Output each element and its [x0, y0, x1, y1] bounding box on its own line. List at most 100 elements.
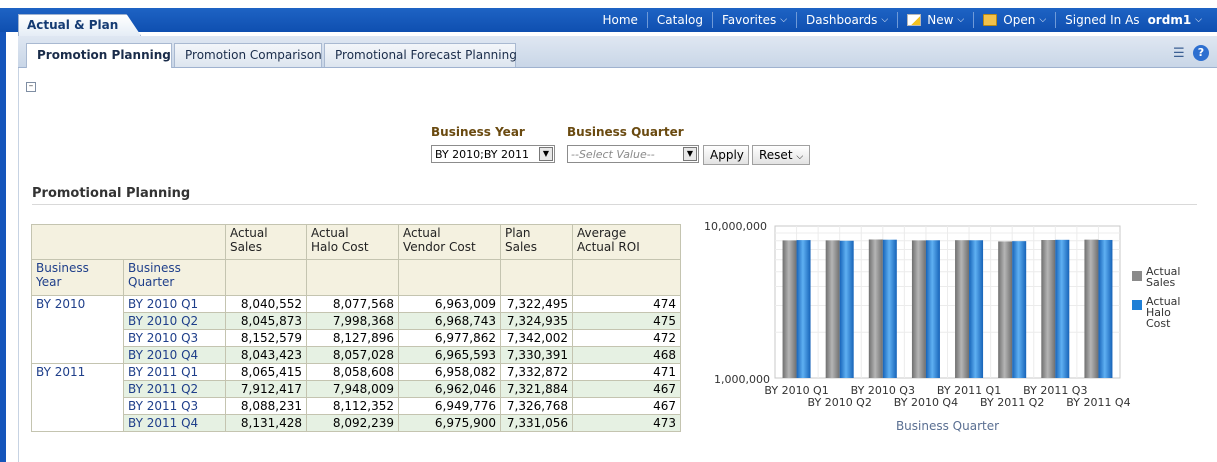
- nav-home-link[interactable]: Home: [593, 12, 646, 28]
- value-cell: 475: [572, 312, 681, 330]
- col-header-plan-sales: Plan Sales: [500, 224, 573, 260]
- legend-swatch: [1132, 271, 1142, 281]
- year-cell[interactable]: BY 2010: [31, 295, 124, 364]
- chevron-down-icon: ⌵: [881, 15, 889, 25]
- bar-chart: 10,000,0001,000,000BY 2010 Q1BY 2010 Q2B…: [704, 220, 1180, 433]
- tab-promotional-forecast-planning[interactable]: Promotional Forecast Planning: [324, 43, 517, 67]
- quarter-cell[interactable]: BY 2010 Q2: [123, 312, 226, 330]
- signed-in-user: ordm1: [1147, 13, 1192, 27]
- left-accent-rail: [0, 8, 6, 462]
- business-year-select[interactable]: BY 2010;BY 2011 ▼: [431, 145, 555, 163]
- quarter-cell[interactable]: BY 2011 Q3: [123, 397, 226, 415]
- legend-label: Sales: [1146, 276, 1176, 289]
- section-title: Promotional Planning: [32, 186, 191, 201]
- bar: [868, 239, 883, 378]
- bar: [882, 239, 897, 378]
- value-cell: 7,342,002: [500, 329, 573, 347]
- new-label: New: [927, 13, 954, 27]
- bar: [925, 240, 940, 378]
- value-cell: 467: [572, 397, 681, 415]
- value-cell: 468: [572, 346, 681, 364]
- value-cell: 8,045,873: [225, 312, 307, 330]
- quarter-cell[interactable]: BY 2011 Q4: [123, 414, 226, 432]
- value-cell: 467: [572, 380, 681, 398]
- bar: [1084, 239, 1099, 378]
- reset-button[interactable]: Reset ⌵: [752, 145, 810, 165]
- table-row: BY 2010 Q2 8,045,873 7,998,368 6,968,743 7,3…: [32, 312, 681, 330]
- app-tab-actual-plan[interactable]: Actual & Plan: [18, 14, 142, 36]
- chevron-down-icon: ⌵: [780, 15, 788, 25]
- value-cell: 7,324,935: [500, 312, 573, 330]
- row-header-business-quarter: Business Quarter: [123, 259, 226, 296]
- value-cell: 8,131,428: [225, 414, 307, 432]
- col-header-actual-sales: Actual Sales: [225, 224, 307, 260]
- bar: [998, 241, 1013, 378]
- pivot-table: Actual Sales Actual Halo Cost Actual Vendor…: [31, 224, 681, 432]
- quarter-cell[interactable]: BY 2010 Q1: [123, 295, 226, 313]
- table-row: BY 2011 Q2 7,912,417 7,948,009 6,962,046 7,3…: [32, 380, 681, 398]
- business-year-value: BY 2010;BY 2011: [435, 148, 530, 161]
- quarter-cell[interactable]: BY 2011 Q2: [123, 380, 226, 398]
- legend-label: Cost: [1146, 317, 1171, 330]
- quarter-cell[interactable]: BY 2010 Q4: [123, 346, 226, 364]
- nav-new-menu[interactable]: New ⌵: [897, 12, 973, 28]
- value-cell: 471: [572, 363, 681, 381]
- bar: [839, 240, 854, 378]
- bar: [911, 240, 926, 378]
- value-cell: 8,057,028: [306, 346, 399, 364]
- table-row: BY 2011 Q4 8,131,428 8,092,239 6,975,900 7,3…: [32, 414, 681, 432]
- table-row: BY 2010 BY 2010 Q1 8,040,552 8,077,568 6,963…: [31, 295, 681, 364]
- quarter-cell[interactable]: BY 2010 Q3: [123, 329, 226, 347]
- chevron-down-icon: ⌵: [1039, 15, 1047, 25]
- signed-in-menu[interactable]: Signed In As ordm1 ⌵: [1055, 12, 1211, 28]
- apply-button[interactable]: Apply: [703, 145, 749, 165]
- section-divider: [32, 204, 1197, 205]
- tab-promotion-planning[interactable]: Promotion Planning: [26, 43, 172, 68]
- table-row: BY 2011 Q3 8,088,231 8,112,352 6,949,776 7,3…: [32, 397, 681, 415]
- value-cell: 8,092,239: [306, 414, 399, 432]
- value-cell: 6,965,593: [398, 346, 501, 364]
- chevron-down-icon: ⌵: [957, 15, 965, 25]
- x-axis-title: Business Quarter: [896, 419, 999, 433]
- quarter-cell[interactable]: BY 2011 Q1: [123, 363, 226, 381]
- value-cell: 8,040,552: [225, 295, 307, 313]
- table-corner: [31, 224, 226, 260]
- table-spacer: [500, 259, 573, 296]
- nav-catalog-link[interactable]: Catalog: [646, 12, 712, 28]
- collapse-section-icon[interactable]: –: [26, 82, 36, 92]
- business-quarter-select[interactable]: --Select Value-- ▼: [567, 145, 699, 163]
- dropdown-arrow-icon[interactable]: ▼: [539, 147, 553, 161]
- row-header-business-year: Business Year: [31, 259, 124, 296]
- bar: [1098, 239, 1113, 378]
- bar: [1055, 239, 1070, 378]
- table-spacer: [572, 259, 681, 296]
- bar: [969, 240, 984, 378]
- table-spacer: [398, 259, 501, 296]
- open-label: Open: [1003, 13, 1036, 27]
- business-year-label: Business Year: [431, 125, 525, 139]
- value-cell: 473: [572, 414, 681, 432]
- value-cell: 8,088,231: [225, 397, 307, 415]
- value-cell: 7,332,872: [500, 363, 573, 381]
- nav-favorites-menu[interactable]: Favorites ⌵: [712, 12, 796, 28]
- page-options-icon[interactable]: ☰: [1173, 46, 1189, 61]
- year-cell[interactable]: BY 2011: [31, 363, 124, 432]
- value-cell: 7,998,368: [306, 312, 399, 330]
- nav-open-menu[interactable]: Open ⌵: [973, 12, 1055, 28]
- help-icon[interactable]: ?: [1193, 45, 1209, 61]
- col-header-average-actual-roi: Average Actual ROI: [572, 224, 681, 260]
- value-cell: 474: [572, 295, 681, 313]
- global-nav: Home Catalog Favorites ⌵ Dashboards ⌵ New ⌵…: [593, 8, 1211, 32]
- table-spacer: [225, 259, 307, 296]
- nav-dashboards-menu[interactable]: Dashboards ⌵: [796, 12, 897, 28]
- value-cell: 7,331,056: [500, 414, 573, 432]
- new-document-icon: [907, 14, 922, 26]
- folder-icon: [983, 14, 998, 26]
- value-cell: 8,065,415: [225, 363, 307, 381]
- dropdown-arrow-icon[interactable]: ▼: [683, 147, 697, 161]
- tab-promotion-comparison[interactable]: Promotion Comparison: [174, 43, 322, 67]
- bar: [782, 240, 797, 378]
- value-cell: 7,326,768: [500, 397, 573, 415]
- value-cell: 8,127,896: [306, 329, 399, 347]
- value-cell: 6,949,776: [398, 397, 501, 415]
